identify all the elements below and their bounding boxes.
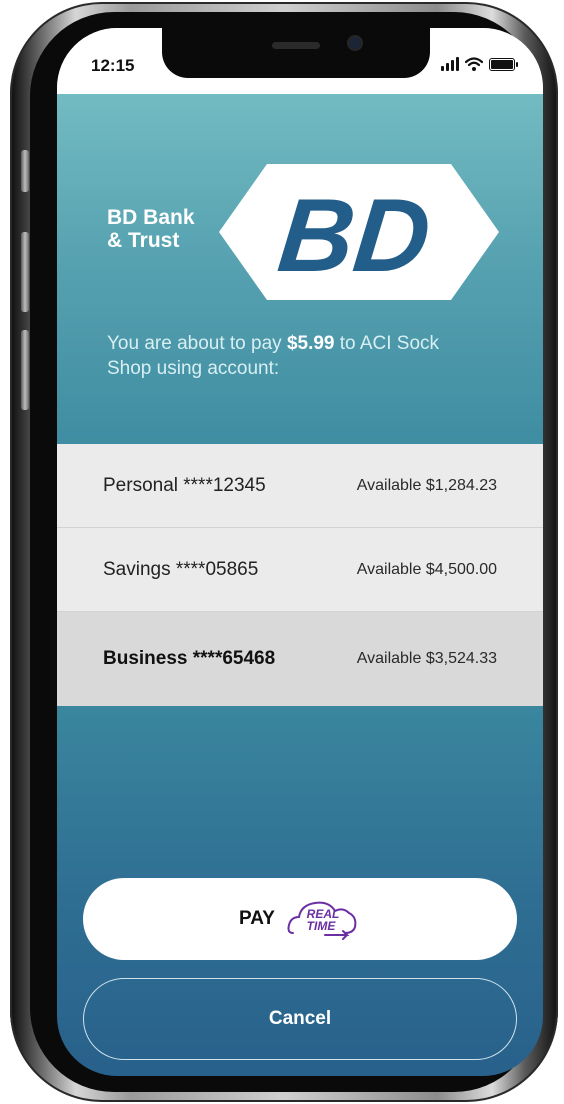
account-row-savings[interactable]: Savings ****05865 Available $4,500.00 [57,528,543,612]
logo-text: BD [273,178,435,294]
wifi-icon [465,57,483,71]
status-time: 12:15 [91,56,135,75]
account-balance: Available $3,524.33 [356,650,497,667]
cellular-signal-icon [441,57,459,71]
account-balance: Available $1,284.23 [356,476,497,494]
volume-up-button [21,232,29,312]
bank-name: BD Bank & Trust [107,206,237,252]
account-balance: Available $4,500.00 [356,560,497,578]
notch [162,28,430,78]
pay-button[interactable]: PAY REAL TIME [83,878,517,960]
realtime-logo: REAL TIME [287,901,357,940]
speaker-grille [272,42,320,49]
account-row-personal[interactable]: Personal ****12345 Available $1,284.23 [57,444,543,528]
cancel-button-label: Cancel [268,1008,332,1029]
status-icons [441,56,518,72]
account-row-business[interactable]: Business ****65468 Available $3,524.33 [57,612,543,706]
account-name: Personal ****12345 [103,474,266,496]
account-name: Savings ****05865 [103,558,259,580]
mute-switch [21,150,29,192]
bank-name-line2: & Trust [107,229,180,252]
cancel-button[interactable]: Cancel [83,978,517,1060]
app-screen: 12:15 BD Bank & Trust BD You are about t… [57,28,543,1076]
payment-amount: $5.99 [286,333,335,354]
account-list: Personal ****12345 Available $1,284.23 S… [57,444,543,706]
status-bar: 12:15 [57,28,543,94]
pay-button-label: PAY [239,908,275,929]
message-prefix: You are about to pay [107,333,282,354]
realtime-logo-line2: TIME [307,919,337,933]
payment-message: You are about to pay $5.99 to ACI Sock S… [107,331,447,381]
battery-icon [489,57,518,71]
front-camera [349,37,361,49]
account-name: Business ****65468 [103,648,276,669]
bd-logo: BD [219,164,499,300]
bank-name-line1: BD Bank [107,206,195,229]
volume-down-button [21,330,29,410]
